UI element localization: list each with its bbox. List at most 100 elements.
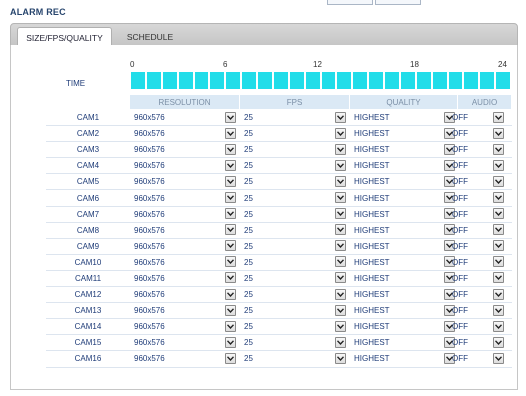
- fps-select[interactable]: 25: [240, 239, 350, 253]
- quality-select[interactable]: HIGHEST: [350, 320, 455, 334]
- chevron-down-icon[interactable]: [493, 288, 504, 300]
- quality-select[interactable]: HIGHEST: [350, 255, 455, 269]
- time-schedule-bar[interactable]: [130, 72, 512, 89]
- quality-select[interactable]: HIGHEST: [350, 352, 455, 366]
- quality-select[interactable]: HIGHEST: [350, 207, 455, 221]
- hour-cell[interactable]: [369, 72, 385, 89]
- audio-select[interactable]: OFF: [450, 271, 506, 285]
- quality-select[interactable]: HIGHEST: [350, 223, 455, 237]
- chevron-down-icon[interactable]: [225, 320, 236, 332]
- audio-select[interactable]: OFF: [450, 111, 506, 125]
- chevron-down-icon[interactable]: [335, 240, 346, 252]
- chevron-down-icon[interactable]: [493, 256, 504, 268]
- audio-select[interactable]: OFF: [450, 159, 506, 173]
- chevron-down-icon[interactable]: [225, 192, 236, 204]
- hour-cell[interactable]: [242, 72, 258, 89]
- hour-cell[interactable]: [162, 72, 179, 89]
- audio-select[interactable]: OFF: [450, 304, 506, 318]
- quality-select[interactable]: HIGHEST: [350, 127, 455, 141]
- hour-cell[interactable]: [305, 72, 322, 89]
- resolution-select[interactable]: 960x576: [130, 207, 240, 221]
- resolution-select[interactable]: 960x576: [130, 320, 240, 334]
- chevron-down-icon[interactable]: [225, 127, 236, 139]
- chevron-down-icon[interactable]: [493, 143, 504, 155]
- top-button-1[interactable]: [327, 0, 373, 5]
- chevron-down-icon[interactable]: [225, 111, 236, 123]
- chevron-down-icon[interactable]: [335, 143, 346, 155]
- fps-select[interactable]: 25: [240, 159, 350, 173]
- hour-cell[interactable]: [480, 72, 497, 89]
- fps-select[interactable]: 25: [240, 223, 350, 237]
- resolution-select[interactable]: 960x576: [130, 255, 240, 269]
- chevron-down-icon[interactable]: [225, 240, 236, 252]
- audio-select[interactable]: OFF: [450, 320, 506, 334]
- audio-select[interactable]: OFF: [450, 239, 506, 253]
- chevron-down-icon[interactable]: [225, 159, 236, 171]
- hour-cell[interactable]: [448, 72, 465, 89]
- quality-select[interactable]: HIGHEST: [350, 175, 455, 189]
- hour-cell[interactable]: [496, 72, 512, 89]
- chevron-down-icon[interactable]: [335, 304, 346, 316]
- audio-select[interactable]: OFF: [450, 223, 506, 237]
- fps-select[interactable]: 25: [240, 143, 350, 157]
- hour-cell[interactable]: [178, 72, 195, 89]
- resolution-select[interactable]: 960x576: [130, 175, 240, 189]
- resolution-select[interactable]: 960x576: [130, 352, 240, 366]
- chevron-down-icon[interactable]: [335, 208, 346, 220]
- chevron-down-icon[interactable]: [225, 208, 236, 220]
- fps-select[interactable]: 25: [240, 111, 350, 125]
- chevron-down-icon[interactable]: [225, 175, 236, 187]
- chevron-down-icon[interactable]: [493, 208, 504, 220]
- chevron-down-icon[interactable]: [225, 224, 236, 236]
- hour-cell[interactable]: [353, 72, 370, 89]
- quality-select[interactable]: HIGHEST: [350, 159, 455, 173]
- quality-select[interactable]: HIGHEST: [350, 143, 455, 157]
- resolution-select[interactable]: 960x576: [130, 191, 240, 205]
- hour-cell[interactable]: [258, 72, 274, 89]
- audio-select[interactable]: OFF: [450, 127, 506, 141]
- resolution-select[interactable]: 960x576: [130, 304, 240, 318]
- quality-select[interactable]: HIGHEST: [350, 111, 455, 125]
- fps-select[interactable]: 25: [240, 255, 350, 269]
- chevron-down-icon[interactable]: [493, 352, 504, 364]
- chevron-down-icon[interactable]: [225, 304, 236, 316]
- fps-select[interactable]: 25: [240, 191, 350, 205]
- tab-size-fps-quality[interactable]: SIZE/FPS/QUALITY: [17, 27, 112, 47]
- chevron-down-icon[interactable]: [493, 272, 504, 284]
- fps-select[interactable]: 25: [240, 127, 350, 141]
- quality-select[interactable]: HIGHEST: [350, 191, 455, 205]
- fps-select[interactable]: 25: [240, 336, 350, 350]
- fps-select[interactable]: 25: [240, 352, 350, 366]
- hour-cell[interactable]: [385, 72, 401, 89]
- quality-select[interactable]: HIGHEST: [350, 336, 455, 350]
- chevron-down-icon[interactable]: [493, 192, 504, 204]
- audio-select[interactable]: OFF: [450, 191, 506, 205]
- chevron-down-icon[interactable]: [493, 224, 504, 236]
- chevron-down-icon[interactable]: [335, 111, 346, 123]
- chevron-down-icon[interactable]: [335, 224, 346, 236]
- chevron-down-icon[interactable]: [225, 143, 236, 155]
- tab-schedule[interactable]: SCHEDULE: [117, 27, 183, 47]
- audio-select[interactable]: OFF: [450, 143, 506, 157]
- hour-cell[interactable]: [464, 72, 481, 89]
- chevron-down-icon[interactable]: [225, 256, 236, 268]
- hour-cell[interactable]: [416, 72, 433, 89]
- chevron-down-icon[interactable]: [335, 288, 346, 300]
- chevron-down-icon[interactable]: [225, 352, 236, 364]
- chevron-down-icon[interactable]: [335, 127, 346, 139]
- chevron-down-icon[interactable]: [225, 272, 236, 284]
- resolution-select[interactable]: 960x576: [130, 336, 240, 350]
- quality-select[interactable]: HIGHEST: [350, 271, 455, 285]
- fps-select[interactable]: 25: [240, 271, 350, 285]
- chevron-down-icon[interactable]: [335, 256, 346, 268]
- chevron-down-icon[interactable]: [335, 352, 346, 364]
- quality-select[interactable]: HIGHEST: [350, 288, 455, 302]
- hour-cell[interactable]: [321, 72, 338, 89]
- audio-select[interactable]: OFF: [450, 336, 506, 350]
- chevron-down-icon[interactable]: [493, 159, 504, 171]
- resolution-select[interactable]: 960x576: [130, 223, 240, 237]
- hour-cell[interactable]: [226, 72, 243, 89]
- chevron-down-icon[interactable]: [493, 175, 504, 187]
- chevron-down-icon[interactable]: [335, 320, 346, 332]
- fps-select[interactable]: 25: [240, 288, 350, 302]
